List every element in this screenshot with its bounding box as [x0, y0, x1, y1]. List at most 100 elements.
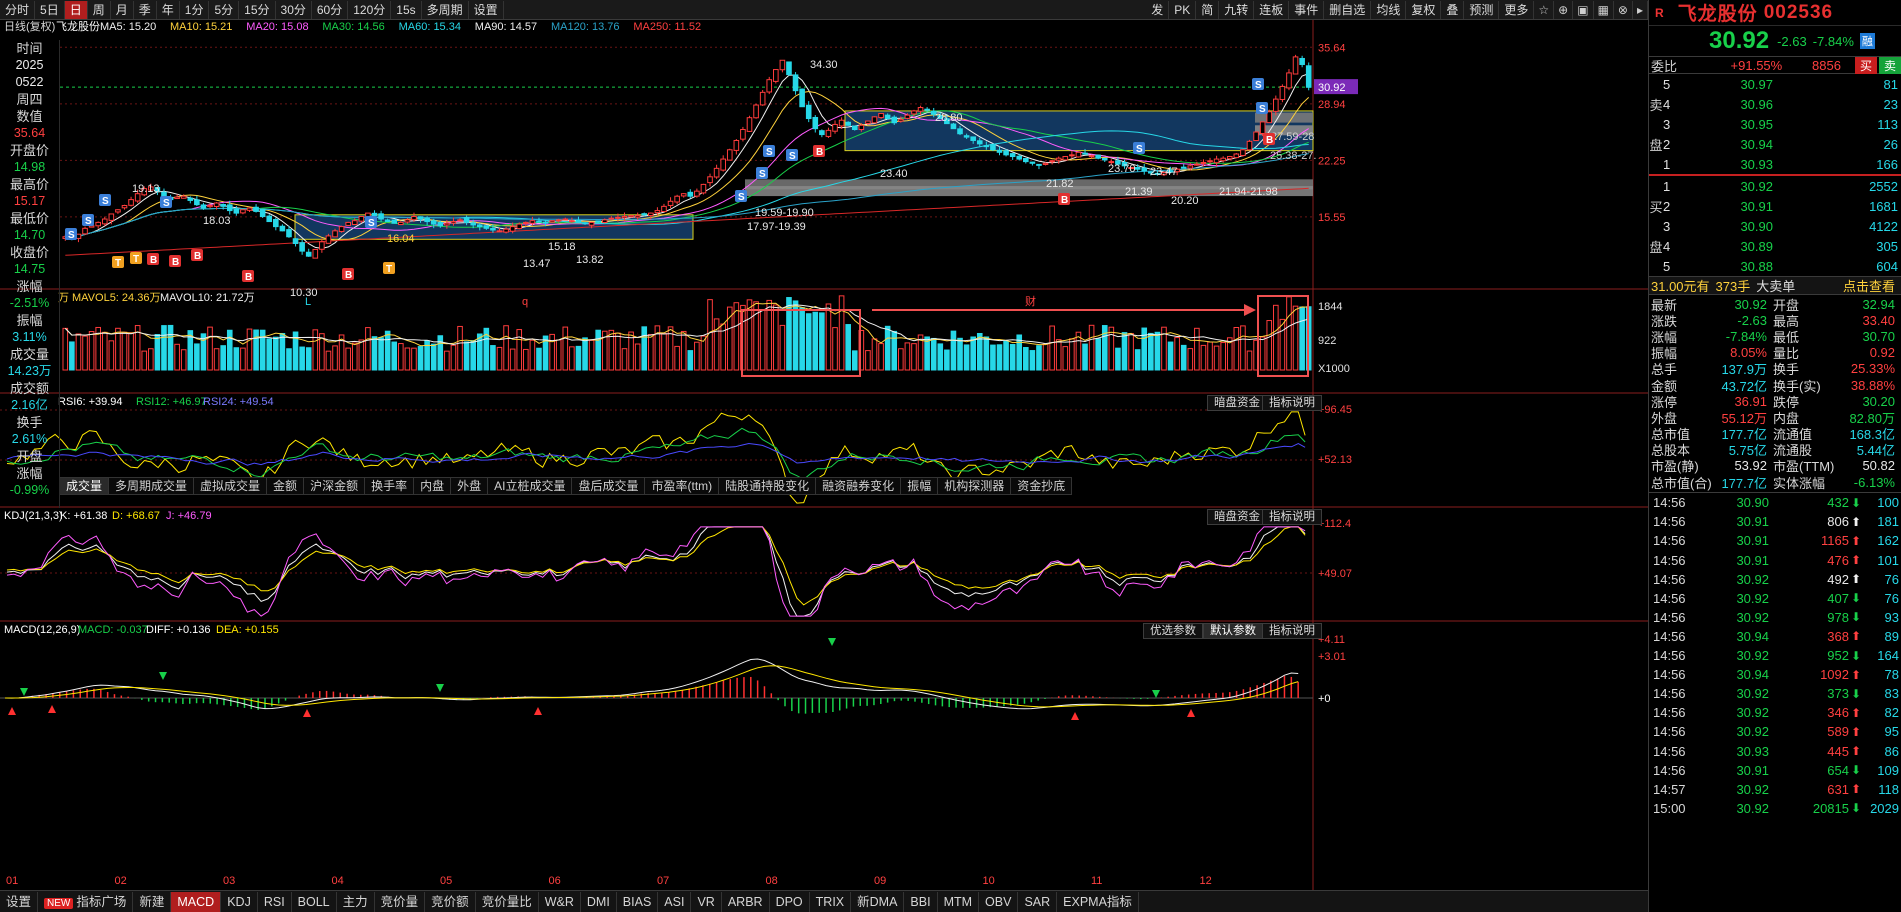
bids-row[interactable]: 5 30.88 604	[1649, 256, 1901, 276]
kdj-help-button[interactable]: 指标说明	[1262, 509, 1322, 525]
asks-row[interactable]: 卖 4 30.96 23	[1649, 94, 1901, 114]
asks-row[interactable]: 5 30.97 81	[1649, 74, 1901, 94]
period-button-7[interactable]: 1分	[180, 0, 210, 19]
bottom-tab-14[interactable]: ASI	[658, 891, 692, 912]
indicator-tab-2[interactable]: 虚拟成交量	[194, 478, 268, 494]
bottom-tab-17[interactable]: DPO	[770, 891, 810, 912]
period-button-1[interactable]: 5日	[35, 0, 65, 19]
bottom-tab-7[interactable]: 主力	[337, 891, 375, 912]
period-button-3[interactable]: 周	[88, 0, 111, 19]
period-button-12[interactable]: 120分	[348, 0, 392, 19]
indicator-tab-15[interactable]: 资金抄底	[1011, 478, 1073, 494]
pin-icon[interactable]: ⊕	[1554, 0, 1574, 19]
bottom-tab-12[interactable]: DMI	[581, 891, 617, 912]
bottom-tab-23[interactable]: SAR	[1018, 891, 1058, 912]
bottom-tab-19[interactable]: 新DMA	[851, 891, 905, 912]
close-icon[interactable]: ⊗	[1614, 0, 1633, 19]
indicator-tab-6[interactable]: 内盘	[414, 478, 452, 494]
menu-arrow-icon[interactable]: ▸	[1633, 0, 1648, 19]
tick-row[interactable]: 15:00 30.92 20815 ⬇ 2029	[1649, 799, 1901, 818]
period-button-10[interactable]: 30分	[276, 0, 312, 19]
indicator-tab-7[interactable]: 外盘	[451, 478, 489, 494]
macd-help-button[interactable]: 指标说明	[1262, 623, 1322, 639]
tick-row[interactable]: 14:56 30.92 952 ⬇ 164	[1649, 646, 1901, 665]
tool-button-1[interactable]: PK	[1169, 0, 1197, 19]
grid-icon[interactable]: ▦	[1594, 0, 1614, 19]
period-button-5[interactable]: 季	[134, 0, 157, 19]
asks-row[interactable]: 盘 2 30.94 26	[1649, 134, 1901, 154]
indicator-tab-5[interactable]: 换手率	[365, 478, 415, 494]
indicator-tab-14[interactable]: 机构探测器	[938, 478, 1012, 494]
tick-row[interactable]: 14:56 30.92 407 ⬇ 76	[1649, 589, 1901, 608]
tick-list[interactable]: 14:56 30.90 432 ⬇ 100 14:56 30.91 806 ⬆ 181 14:56 3…	[1649, 492, 1901, 818]
period-button-2[interactable]: 日	[64, 0, 88, 19]
tick-row[interactable]: 14:56 30.94 368 ⬆ 89	[1649, 627, 1901, 646]
tool-button-9[interactable]: 叠	[1441, 0, 1465, 19]
kdj-dark-fund-button[interactable]: 暗盘资金	[1207, 509, 1267, 525]
period-button-15[interactable]: 设置	[469, 0, 504, 19]
bottom-tab-15[interactable]: VR	[691, 891, 722, 912]
tool-button-10[interactable]: 预测	[1464, 0, 1500, 19]
tool-button-6[interactable]: 删自选	[1324, 0, 1372, 19]
tick-row[interactable]: 14:56 30.91 806 ⬆ 181	[1649, 512, 1901, 531]
tick-row[interactable]: 14:56 30.94 1092 ⬆ 78	[1649, 665, 1901, 684]
stock-name[interactable]: 飞龙股份	[1678, 0, 1758, 26]
bottom-tab-20[interactable]: BBI	[904, 891, 938, 912]
stock-code[interactable]: 002536	[1764, 2, 1833, 24]
indicator-tab-8[interactable]: AI立桩成交量	[488, 478, 573, 494]
tool-button-3[interactable]: 九转	[1219, 0, 1255, 19]
bottom-tab-5[interactable]: RSI	[258, 891, 292, 912]
tool-button-5[interactable]: 事件	[1289, 0, 1325, 19]
period-button-8[interactable]: 5分	[209, 0, 240, 19]
macd-default-param-button[interactable]: 默认参数	[1203, 623, 1263, 639]
tick-row[interactable]: 14:57 30.92 631 ⬆ 118	[1649, 780, 1901, 799]
tick-row[interactable]: 14:56 30.90 432 ⬇ 100	[1649, 493, 1901, 512]
tool-button-7[interactable]: 均线	[1371, 0, 1407, 19]
bottom-tab-3[interactable]: MACD	[171, 891, 222, 912]
indicator-tab-4[interactable]: 沪深金额	[304, 478, 366, 494]
tick-row[interactable]: 14:56 30.91 476 ⬆ 101	[1649, 551, 1901, 570]
asks-row[interactable]: 1 30.93 166	[1649, 154, 1901, 174]
bottom-tab-4[interactable]: KDJ	[221, 891, 258, 912]
tool-button-11[interactable]: 更多	[1499, 0, 1535, 19]
kline-canvas[interactable]: 35.64 28.94 22.25 15.55 30.92 日线(复权) 飞龙股份 MA5: …	[0, 19, 1648, 890]
bottom-tab-11[interactable]: W&R	[539, 891, 581, 912]
bottom-tab-21[interactable]: MTM	[938, 891, 980, 912]
tick-row[interactable]: 14:56 30.91 654 ⬇ 109	[1649, 761, 1901, 780]
rsi-help-button[interactable]: 指标说明	[1262, 395, 1322, 411]
rsi-dark-fund-button[interactable]: 暗盘资金	[1207, 395, 1267, 411]
camera-icon[interactable]: ▣	[1573, 0, 1594, 19]
tool-button-0[interactable]: 发	[1146, 0, 1170, 19]
tick-row[interactable]: 14:56 30.92 373 ⬇ 83	[1649, 684, 1901, 703]
bottom-tab-24[interactable]: EXPMA指标	[1057, 891, 1139, 912]
bottom-tab-8[interactable]: 竞价量	[375, 891, 426, 912]
tick-row[interactable]: 14:56 30.92 978 ⬇ 93	[1649, 608, 1901, 627]
tick-row[interactable]: 14:56 30.93 445 ⬆ 86	[1649, 741, 1901, 760]
macd-optimal-param-button[interactable]: 优选参数	[1143, 623, 1203, 639]
period-button-13[interactable]: 15s	[391, 0, 422, 19]
buy-button[interactable]: 买	[1854, 56, 1877, 74]
bottom-tab-6[interactable]: BOLL	[292, 891, 337, 912]
indicator-tab-11[interactable]: 陆股通持股变化	[719, 478, 817, 494]
indicator-tab-9[interactable]: 盘后成交量	[572, 478, 646, 494]
indicator-tab-12[interactable]: 融资融券变化	[816, 478, 902, 494]
period-button-14[interactable]: 多周期	[422, 0, 469, 19]
indicator-tab-1[interactable]: 多周期成交量	[109, 478, 195, 494]
star-icon[interactable]: ☆	[1534, 0, 1555, 19]
bids-row[interactable]: 3 30.90 4122	[1649, 216, 1901, 236]
bottom-tab-10[interactable]: 竞价量比	[476, 891, 539, 912]
bottom-tab-16[interactable]: ARBR	[722, 891, 770, 912]
asks-row[interactable]: 3 30.95 113	[1649, 114, 1901, 134]
big-order-bar[interactable]: 31.00元有 373手 大卖单 点击查看	[1649, 277, 1901, 295]
bids-row[interactable]: 买 2 30.91 1681	[1649, 196, 1901, 216]
indicator-tab-10[interactable]: 市盈率(ttm)	[645, 478, 720, 494]
indicator-tab-3[interactable]: 金额	[267, 478, 305, 494]
bottom-tab-0[interactable]: 设置	[0, 891, 39, 912]
bottom-tab-22[interactable]: OBV	[979, 891, 1019, 912]
bottom-tab-1[interactable]: NEW 指标广场	[38, 891, 134, 912]
tool-button-2[interactable]: 简	[1196, 0, 1220, 19]
sell-button[interactable]: 卖	[1878, 56, 1901, 74]
period-button-9[interactable]: 15分	[239, 0, 276, 19]
bids-row[interactable]: 1 30.92 2552	[1649, 176, 1901, 196]
tick-row[interactable]: 14:56 30.92 492 ⬆ 76	[1649, 570, 1901, 589]
